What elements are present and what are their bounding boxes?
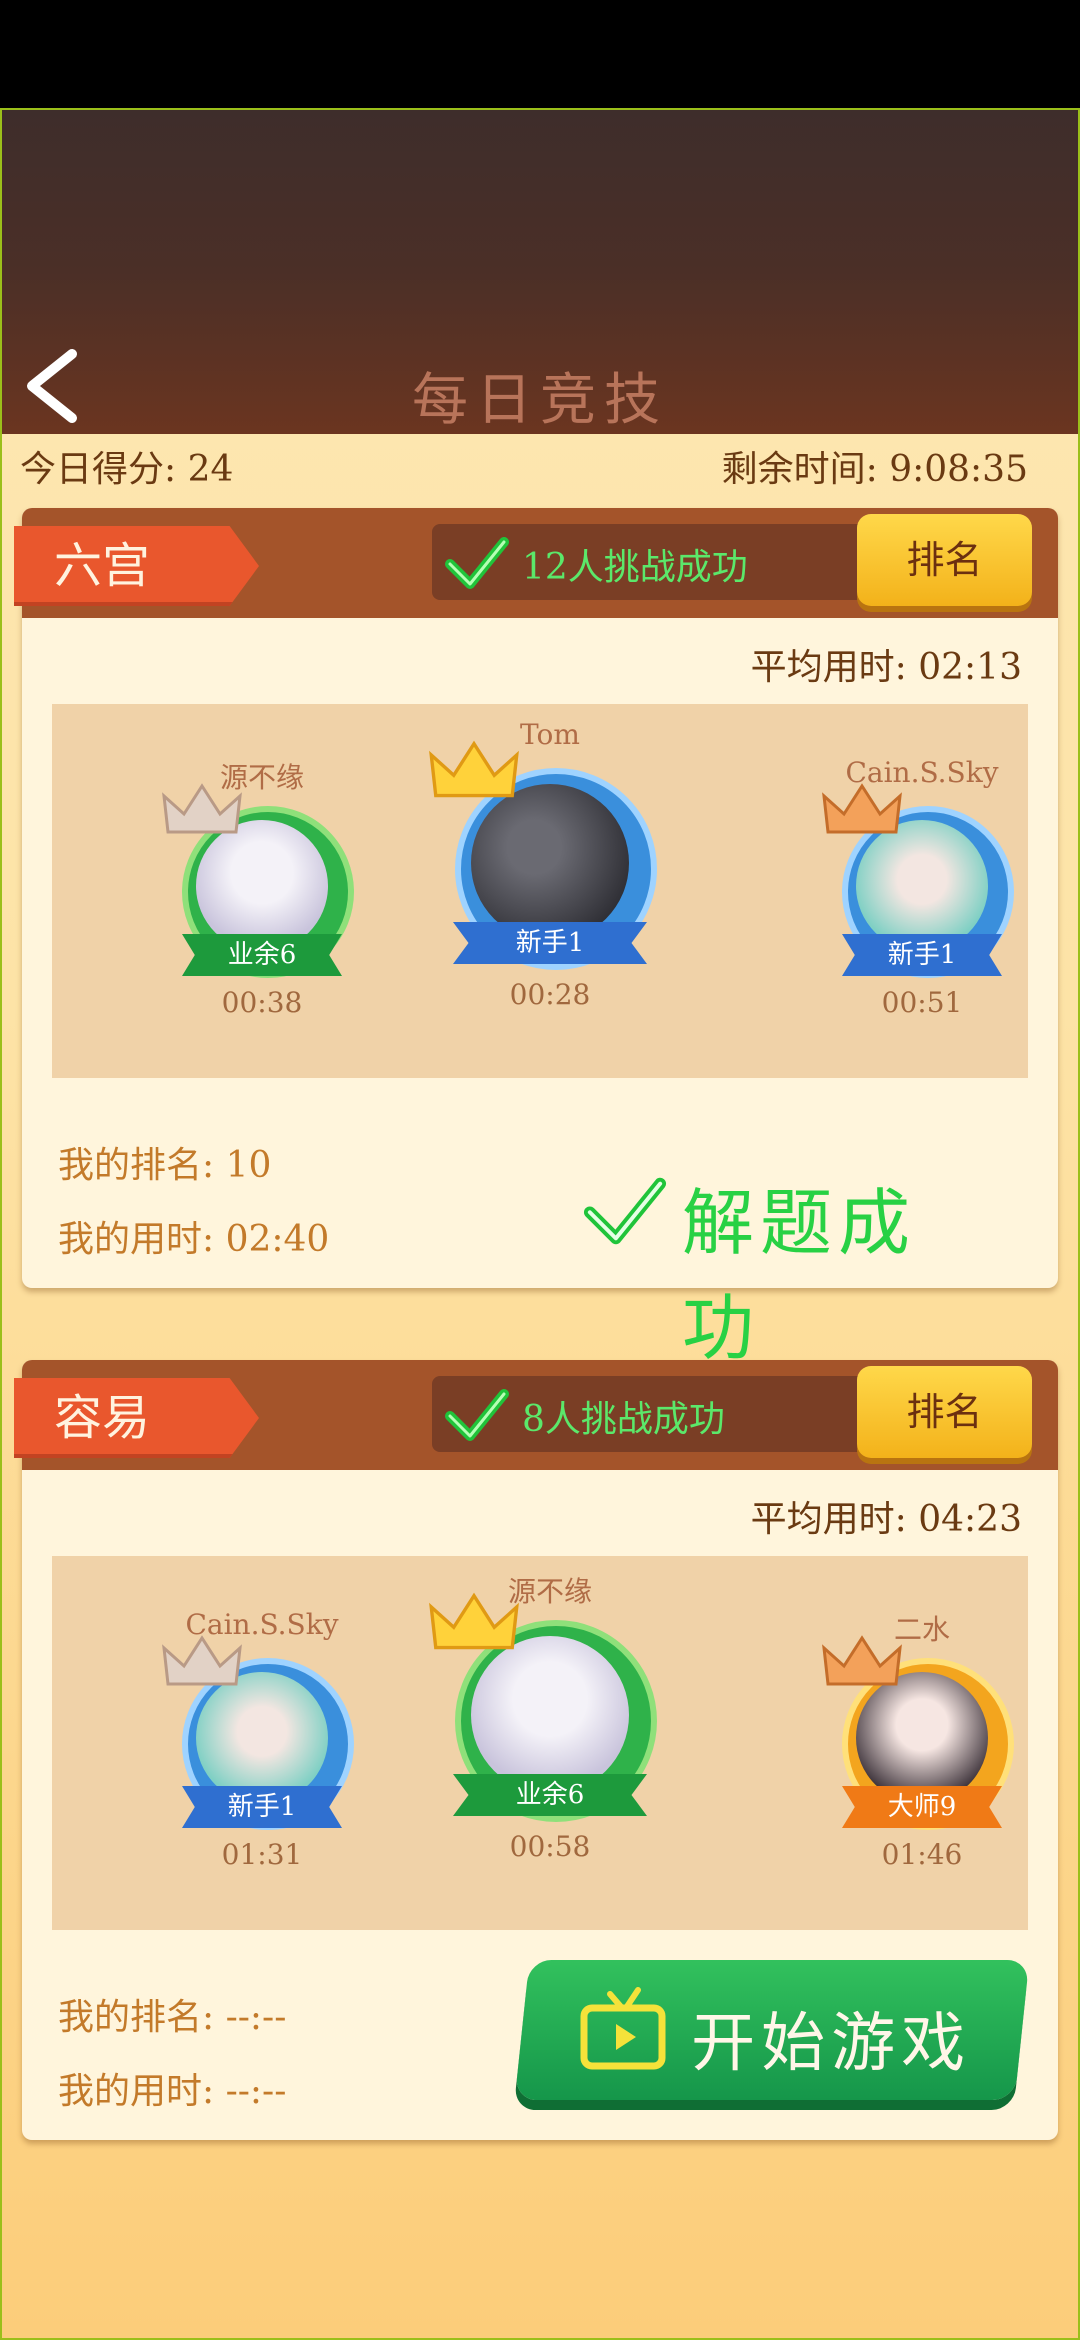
my-rank: 我的排名: --:-- [58,1997,287,2038]
player-third[interactable]: Cain.S.Sky 新手1 00:51 [812,756,1032,1019]
avatar: 新手1 [822,783,1014,978]
page-title: 每日竞技 [412,368,668,433]
remaining-time: 剩余时间: 9:08:35 [721,449,1028,490]
my-time: 我的用时: --:-- [58,2071,287,2112]
average-time: 平均用时: 04:23 [750,1499,1022,1540]
my-time: 我的用时: 02:40 [58,1219,330,1260]
header: 每日竞技 [2,110,1078,434]
avatar: 新手1 [162,1635,354,1830]
app-frame: 每日竞技 今日得分: 24 剩余时间: 9:08:35 六宫 12人挑战成功 排… [0,108,1080,2340]
rank-badge: 业余6 [453,1774,647,1816]
challenge-count-bar: 8人挑战成功 [432,1376,872,1452]
gold-crown-icon [429,1592,519,1650]
tv-play-icon [580,1987,666,2070]
avatar: 业余6 [429,1592,657,1822]
start-game-button[interactable]: 开始游戏 [514,1960,1030,2100]
player-time: 01:46 [881,1838,963,1871]
difficulty-tab: 容易 [14,1378,259,1458]
player-time: 00:58 [509,1830,591,1863]
player-first[interactable]: Tom 新手1 00:28 [429,718,670,1011]
solved-text: 解题成功 [682,1181,917,1370]
level-card-easy: 容易 8人挑战成功 排名 平均用时: 04:23 Cain.S.Sky 新手1 … [14,1360,1058,2140]
player-time: 00:51 [881,986,963,1019]
rank-badge: 新手1 [842,934,1002,976]
player-time: 00:28 [509,978,591,1011]
rank-badge: 新手1 [453,922,647,964]
difficulty-tab: 六宫 [14,526,259,606]
bronze-crown-icon [822,1635,902,1686]
start-game-label: 开始游戏 [691,2007,972,2081]
ranking-button[interactable]: 排名 [857,1366,1032,1458]
gold-crown-icon [429,740,519,798]
check-icon [583,1177,667,1245]
score-row: 今日得分: 24 剩余时间: 9:08:35 [20,440,1028,500]
average-time: 平均用时: 02:13 [750,647,1022,688]
silver-crown-icon [162,1635,242,1686]
avatar: 大师9 [822,1635,1014,1830]
top-players: 源不缘 业余6 00:38 Tom 新手1 00:28 Cain.S.Sky 新… [52,704,1028,1078]
check-icon [445,1389,509,1441]
rank-badge: 业余6 [182,934,342,976]
player-second[interactable]: 源不缘 业余6 00:38 [152,756,372,1019]
check-icon [445,537,509,589]
card-header: 六宫 12人挑战成功 排名 [14,508,1058,618]
player-time: 00:38 [221,986,303,1019]
level-card-six: 六宫 12人挑战成功 排名 平均用时: 02:13 源不缘 业余6 00:38 … [14,508,1058,1370]
avatar: 业余6 [162,783,354,978]
player-second[interactable]: Cain.S.Sky 新手1 01:31 [152,1608,372,1871]
ranking-button[interactable]: 排名 [857,514,1032,606]
challenge-count-text: 12人挑战成功 [522,547,748,588]
silver-crown-icon [162,783,242,834]
rank-badge: 新手1 [182,1786,342,1828]
rank-badge: 大师9 [842,1786,1002,1828]
challenge-count-bar: 12人挑战成功 [432,524,872,600]
bronze-crown-icon [822,783,902,834]
solved-status: 解题成功 [582,1158,982,1370]
top-players: Cain.S.Sky 新手1 01:31 源不缘 业余6 00:58 二水 大师… [52,1556,1028,1930]
player-third[interactable]: 二水 大师9 01:46 [812,1608,1032,1871]
my-rank: 我的排名: 10 [58,1145,272,1186]
player-first[interactable]: 源不缘 业余6 00:58 [429,1570,670,1863]
today-score: 今日得分: 24 [20,449,234,490]
player-time: 01:31 [221,1838,303,1871]
avatar: 新手1 [429,740,657,970]
challenge-count-text: 8人挑战成功 [522,1399,725,1440]
card-header: 容易 8人挑战成功 排名 [14,1360,1058,1470]
